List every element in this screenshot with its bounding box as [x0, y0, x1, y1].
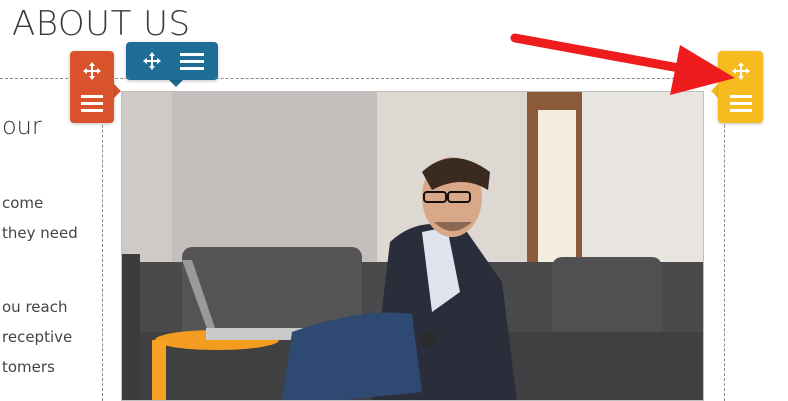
move-icon [731, 62, 750, 80]
column-text-line: they need [2, 224, 78, 242]
row-controls [70, 51, 114, 123]
menu-icon [180, 53, 204, 70]
column-title: our [2, 112, 42, 140]
page-title: ABOUT US [12, 4, 191, 44]
content-photo[interactable] [121, 91, 704, 401]
column-text-line: receptive [2, 328, 73, 346]
column-outline-right [724, 80, 725, 401]
row-menu-button[interactable] [72, 87, 112, 119]
blue-pointer [169, 80, 183, 87]
column-controls [126, 42, 218, 80]
row-move-button[interactable] [72, 55, 112, 87]
orange-pointer [114, 84, 121, 98]
yellow-pointer [711, 84, 718, 98]
element-move-button[interactable] [721, 55, 761, 87]
column-menu-button[interactable] [172, 45, 212, 77]
menu-icon [81, 95, 103, 112]
element-controls [718, 51, 763, 123]
column-outline-left [102, 80, 103, 401]
text-column: our come they need ou reach receptive to… [0, 108, 100, 401]
column-text-line: ou reach [2, 298, 68, 316]
column-text-line: come [2, 194, 44, 212]
menu-icon [729, 95, 752, 112]
move-icon [83, 62, 101, 80]
column-text-line: tomers [2, 358, 55, 376]
photo-man-with-laptop [122, 92, 703, 400]
move-icon [143, 52, 161, 70]
element-menu-button[interactable] [721, 87, 761, 119]
column-move-button[interactable] [132, 45, 172, 77]
